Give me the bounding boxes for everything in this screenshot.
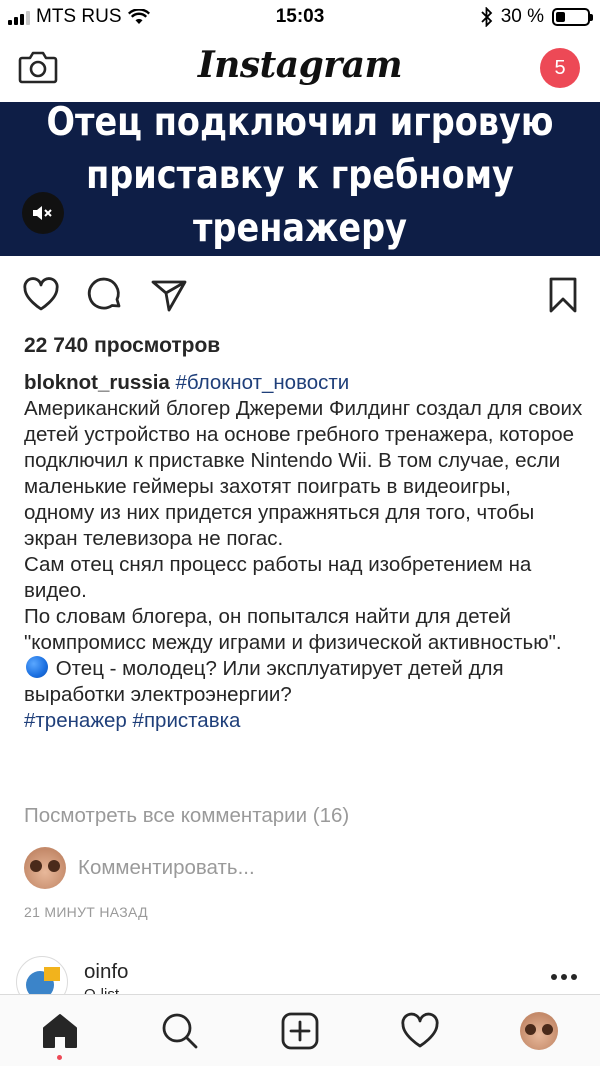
home-active-dot — [57, 1055, 62, 1060]
blue-circle-emoji — [26, 656, 48, 678]
video-title-line: приставку к гребному — [86, 153, 514, 198]
bookmark-icon[interactable] — [544, 276, 582, 314]
hashtag-link[interactable]: #приставка — [133, 709, 241, 732]
activity-heart-icon[interactable] — [400, 1011, 440, 1051]
comment-input[interactable]: Комментировать... — [78, 856, 255, 880]
video-title: Отец подключил игровую приставку к гребн… — [42, 102, 558, 255]
status-right: 30 % — [481, 6, 593, 28]
post-video[interactable]: Отец подключил игровую приставку к гребн… — [0, 102, 600, 256]
caption-paragraph: Отец - молодец? Или эксплуатирует детей … — [24, 657, 504, 706]
caption-username[interactable]: bloknot_russia — [24, 371, 170, 394]
post-caption: bloknot_russia #блокнот_новости Американ… — [24, 370, 584, 734]
more-options-icon[interactable] — [550, 972, 578, 982]
next-post-username[interactable]: oinfo — [84, 960, 128, 984]
view-count[interactable]: 22 740 просмотров — [24, 334, 220, 358]
bottom-tab-bar — [0, 994, 600, 1066]
add-post-icon[interactable] — [280, 1011, 320, 1051]
battery-icon — [552, 8, 593, 26]
video-title-line: Отец подключил игровую — [46, 102, 554, 145]
next-post-header: oinfo O-list — [16, 956, 586, 1008]
comment-icon[interactable] — [86, 276, 124, 314]
battery-level — [556, 12, 565, 22]
speaker-muted-icon — [33, 206, 52, 220]
instagram-logo: Instagram — [197, 44, 403, 86]
caption-paragraph: Сам отец снял процесс работы над изобрет… — [24, 553, 532, 602]
home-icon[interactable] — [40, 1011, 80, 1051]
bluetooth-icon — [481, 7, 492, 27]
caption-paragraph: Американский блогер Джереми Филдинг созд… — [24, 397, 583, 550]
add-comment-row[interactable]: Комментировать... — [24, 846, 584, 890]
profile-avatar[interactable] — [520, 1012, 558, 1050]
view-all-comments-link[interactable]: Посмотреть все комментарии (16) — [24, 804, 349, 828]
like-heart-icon[interactable] — [22, 276, 60, 314]
caption-paragraph: По словам блогера, он попытался найти дл… — [24, 605, 562, 654]
battery-percent: 30 % — [500, 6, 544, 27]
status-bar: MTS RUS 15:03 30 % — [0, 0, 600, 36]
notification-badge[interactable]: 5 — [540, 48, 580, 88]
mute-button[interactable] — [22, 192, 64, 234]
post-actions — [0, 276, 600, 316]
video-title-line: тренажеру — [192, 206, 408, 251]
hashtag-link[interactable]: #блокнот_новости — [176, 371, 350, 394]
share-send-icon[interactable] — [150, 276, 188, 314]
hashtag-link[interactable]: #тренажер — [24, 709, 127, 732]
current-user-avatar — [24, 847, 66, 889]
post-timestamp: 21 МИНУТ НАЗАД — [24, 904, 148, 920]
search-icon[interactable] — [160, 1011, 200, 1051]
app-header: Instagram 5 — [0, 36, 600, 102]
